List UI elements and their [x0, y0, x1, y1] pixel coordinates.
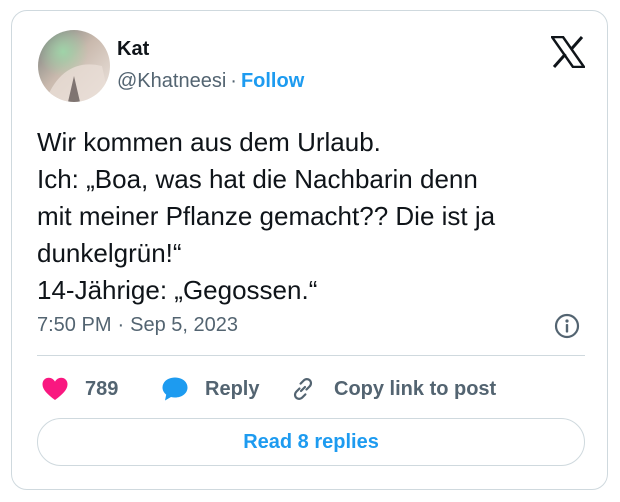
tweet-text-line: Ich: „Boa, was hat die Nachbarin denn	[37, 164, 478, 194]
tweet-time: 7:50 PM	[37, 314, 112, 336]
tweet-timestamp[interactable]: 7:50 PM · Sep 5, 2023	[37, 313, 238, 337]
reply-button[interactable]: Reply	[161, 371, 259, 407]
speech-bubble-icon	[162, 377, 188, 401]
link-icon	[293, 378, 313, 400]
avatar[interactable]	[38, 30, 110, 102]
tweet-text-line: dunkelgrün!“	[37, 238, 182, 268]
tweet-text-line: mit meiner Pflanze gemacht?? Die ist ja	[37, 201, 496, 231]
copy-link-label: Copy link to post	[334, 377, 497, 400]
read-replies-button[interactable]: Read 8 replies	[37, 418, 585, 466]
tweet-embed-card: Kat @Khatneesi · Follow Wir kommen aus dem…	[11, 10, 608, 490]
meta-separator: ·	[117, 314, 125, 336]
like-button[interactable]: 789	[41, 371, 118, 407]
x-logo-icon[interactable]	[550, 35, 586, 69]
reply-label: Reply	[205, 377, 260, 400]
avatar-image	[38, 30, 110, 102]
tweet-text-line: Wir kommen aus dem Urlaub.	[37, 127, 381, 157]
divider	[37, 355, 585, 356]
handle-separator: ·	[230, 70, 237, 92]
author-handle[interactable]: @Khatneesi	[117, 70, 226, 92]
author-handle-row: @Khatneesi · Follow	[117, 69, 304, 93]
follow-button[interactable]: Follow	[241, 70, 304, 92]
tweet-date: Sep 5, 2023	[130, 314, 239, 336]
tweet-text-line: 14-Jährige: „Gegossen.“	[37, 275, 318, 305]
tweet-text: Wir kommen aus dem Urlaub. Ich: „Boa, wa…	[37, 124, 597, 309]
action-bar: 789 Reply Copy link to post	[12, 371, 609, 407]
author-display-name[interactable]: Kat	[117, 37, 149, 61]
heart-icon	[42, 377, 68, 400]
like-count: 789	[85, 377, 119, 400]
info-icon[interactable]	[554, 313, 580, 339]
copy-link-button[interactable]: Copy link to post	[290, 371, 496, 407]
